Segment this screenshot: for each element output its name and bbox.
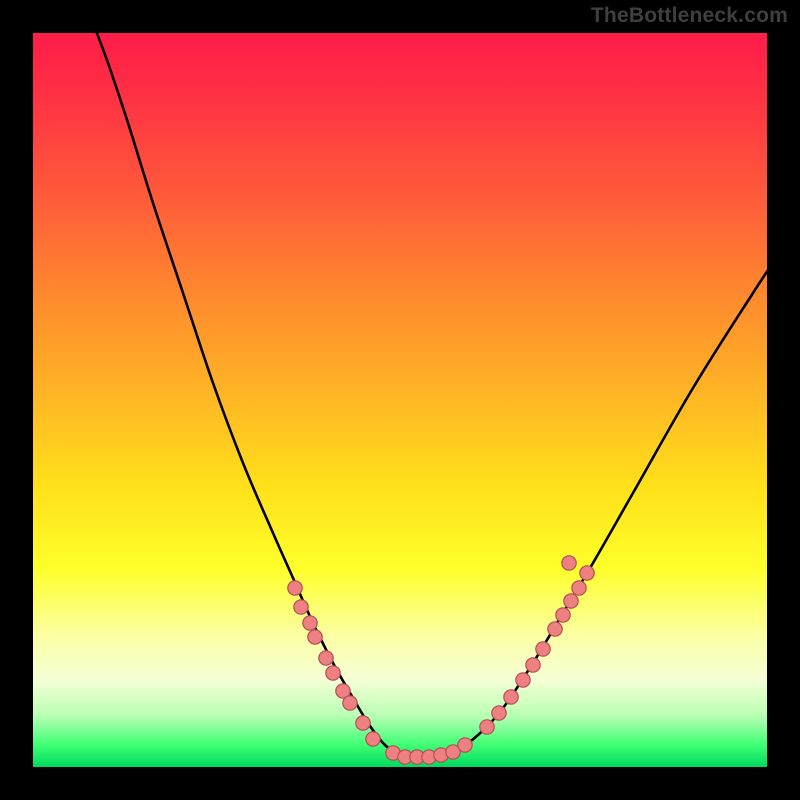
data-marker bbox=[308, 630, 322, 644]
data-marker bbox=[326, 666, 340, 680]
data-marker bbox=[288, 581, 302, 595]
chart-overlay bbox=[33, 33, 767, 767]
data-marker bbox=[562, 556, 576, 570]
data-marker bbox=[580, 566, 594, 580]
data-marker bbox=[366, 732, 380, 746]
bottleneck-curve bbox=[93, 33, 767, 757]
data-marker bbox=[303, 616, 317, 630]
data-marker bbox=[356, 716, 370, 730]
data-marker bbox=[564, 594, 578, 608]
data-marker bbox=[526, 658, 540, 672]
chart-frame: TheBottleneck.com bbox=[0, 0, 800, 800]
data-marker bbox=[536, 642, 550, 656]
data-marker bbox=[319, 651, 333, 665]
data-marker bbox=[343, 696, 357, 710]
data-markers bbox=[288, 556, 594, 764]
watermark-text: TheBottleneck.com bbox=[591, 4, 788, 28]
data-marker bbox=[548, 622, 562, 636]
data-marker bbox=[480, 720, 494, 734]
data-marker bbox=[458, 738, 472, 752]
data-marker bbox=[294, 600, 308, 614]
data-marker bbox=[572, 581, 586, 595]
data-marker bbox=[504, 690, 518, 704]
data-marker bbox=[556, 608, 570, 622]
data-marker bbox=[492, 706, 506, 720]
plot-area bbox=[33, 33, 767, 767]
data-marker bbox=[516, 673, 530, 687]
